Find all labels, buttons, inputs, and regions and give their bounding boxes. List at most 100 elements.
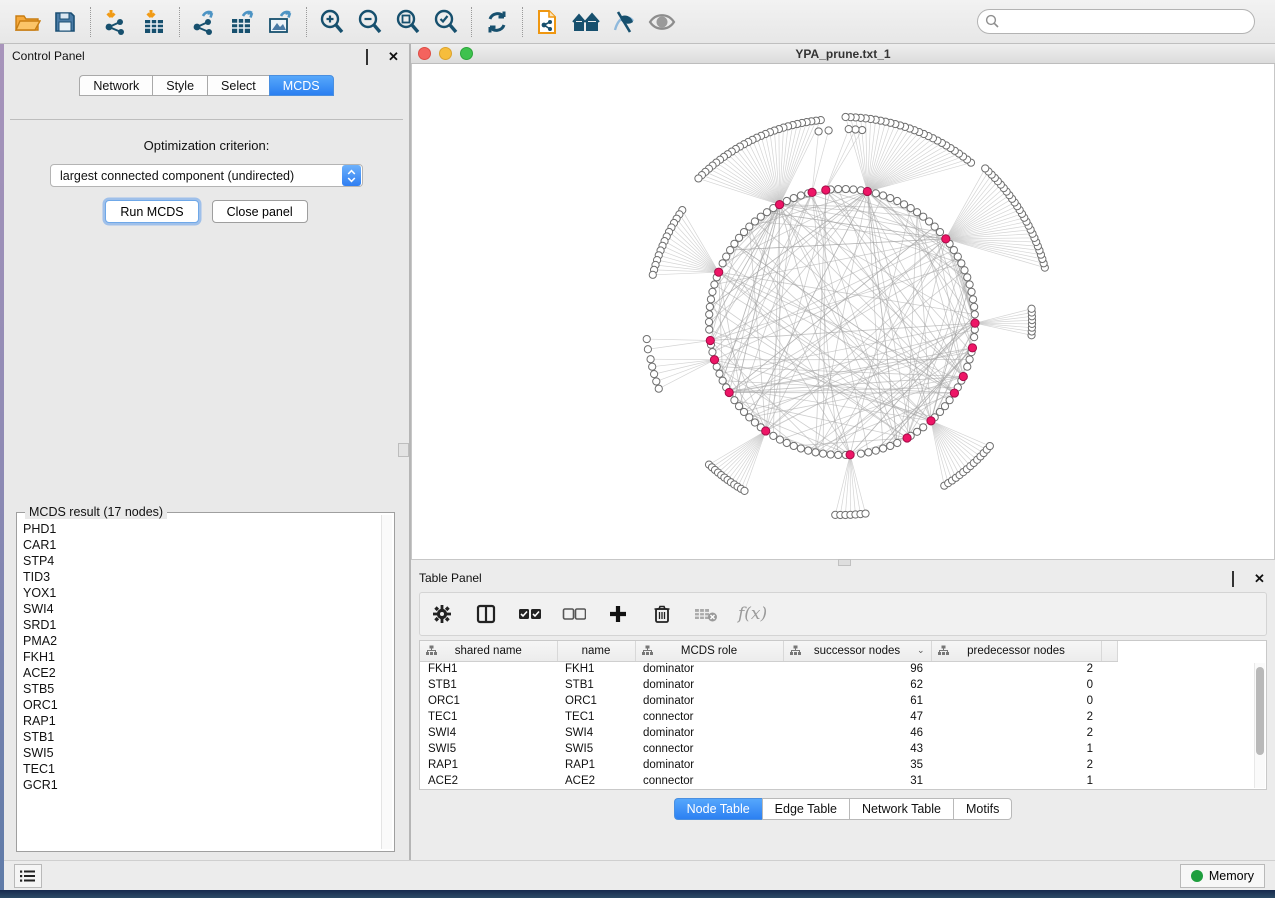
network-hub-node[interactable] — [942, 235, 950, 243]
network-node[interactable] — [711, 281, 718, 288]
mcds-result-item[interactable]: SRD1 — [23, 617, 380, 633]
network-hub-node[interactable] — [715, 268, 723, 276]
column-header-name[interactable]: name — [557, 641, 635, 661]
network-node[interactable] — [783, 197, 790, 204]
network-node[interactable] — [907, 205, 914, 212]
tab-edge-table[interactable]: Edge Table — [762, 798, 849, 820]
float-panel-button[interactable] — [366, 50, 379, 63]
network-node[interactable] — [879, 445, 886, 452]
network-node[interactable] — [655, 385, 662, 392]
network-node[interactable] — [872, 447, 879, 454]
network-node[interactable] — [650, 371, 657, 378]
network-node[interactable] — [852, 126, 859, 133]
network-node[interactable] — [913, 428, 920, 435]
export-image-button[interactable] — [262, 4, 300, 40]
network-node[interactable] — [971, 311, 978, 318]
network-hub-node[interactable] — [725, 388, 733, 396]
network-node[interactable] — [797, 445, 804, 452]
column-header-successor-nodes[interactable]: successor nodes⌄ — [783, 641, 931, 661]
network-node[interactable] — [958, 260, 965, 267]
vertical-splitter-handle[interactable] — [398, 443, 409, 457]
network-node[interactable] — [706, 326, 713, 333]
table-row[interactable]: TEC1TEC1connector472 — [420, 709, 1117, 725]
network-document-button[interactable] — [529, 4, 567, 40]
network-node[interactable] — [649, 363, 656, 370]
table-row[interactable]: SWI4SWI4dominator462 — [420, 725, 1117, 741]
network-node[interactable] — [706, 303, 713, 310]
table-row[interactable]: YOX1YOX1connector291 — [420, 789, 1117, 790]
tab-motifs[interactable]: Motifs — [953, 798, 1012, 820]
tab-network[interactable]: Network — [79, 75, 152, 96]
show-columns-button[interactable] — [474, 602, 498, 626]
network-node[interactable] — [961, 267, 968, 274]
network-node[interactable] — [706, 311, 713, 318]
network-view-canvas[interactable] — [411, 64, 1275, 560]
mcds-result-item[interactable]: ORC1 — [23, 697, 380, 713]
import-table-button[interactable] — [135, 4, 173, 40]
table-row[interactable]: SWI5SWI5connector431 — [420, 741, 1117, 757]
network-node[interactable] — [805, 447, 812, 454]
delete-button[interactable] — [650, 602, 674, 626]
network-node[interactable] — [827, 451, 834, 458]
network-node[interactable] — [695, 175, 702, 182]
horizontal-splitter-handle[interactable] — [838, 559, 851, 566]
float-table-panel-button[interactable] — [1232, 572, 1245, 585]
table-row[interactable]: FKH1FKH1dominator962 — [420, 661, 1117, 677]
network-node[interactable] — [719, 260, 726, 267]
network-node[interactable] — [835, 185, 842, 192]
network-hub-node[interactable] — [927, 417, 935, 425]
network-node[interactable] — [968, 288, 975, 295]
network-hub-node[interactable] — [971, 319, 979, 327]
network-node[interactable] — [872, 190, 879, 197]
network-node[interactable] — [643, 335, 650, 342]
network-hub-node[interactable] — [706, 336, 714, 344]
table-row[interactable]: RAP1RAP1dominator352 — [420, 757, 1117, 773]
close-table-panel-button[interactable]: ✕ — [1254, 572, 1267, 585]
mcds-result-item[interactable]: SWI4 — [23, 601, 380, 617]
close-panel-button-mcds[interactable]: Close panel — [212, 200, 308, 223]
network-hub-node[interactable] — [762, 427, 770, 435]
network-node[interactable] — [707, 296, 714, 303]
table-row[interactable]: ORC1ORC1dominator610 — [420, 693, 1117, 709]
network-node[interactable] — [894, 439, 901, 446]
open-file-button[interactable] — [8, 4, 46, 40]
network-node[interactable] — [1028, 305, 1035, 312]
network-node[interactable] — [763, 209, 770, 216]
optimization-criterion-select[interactable]: largest connected component (undirected) — [50, 164, 363, 187]
network-node[interactable] — [716, 370, 723, 377]
search-input[interactable] — [977, 9, 1255, 34]
network-node[interactable] — [797, 192, 804, 199]
network-hub-node[interactable] — [968, 344, 976, 352]
home-button[interactable] — [567, 4, 605, 40]
network-node[interactable] — [865, 449, 872, 456]
network-hub-node[interactable] — [822, 186, 830, 194]
network-hub-node[interactable] — [903, 434, 911, 442]
network-node[interactable] — [964, 274, 971, 281]
network-window-titlebar[interactable]: YPA_prune.txt_1 — [411, 44, 1275, 64]
function-builder-icon[interactable]: f(x) — [738, 604, 767, 624]
run-mcds-button[interactable]: Run MCDS — [105, 200, 198, 223]
network-node[interactable] — [644, 346, 651, 353]
close-panel-button[interactable]: ✕ — [388, 50, 401, 63]
network-node[interactable] — [776, 436, 783, 443]
network-hub-node[interactable] — [775, 200, 783, 208]
mcds-result-item[interactable]: TID3 — [23, 569, 380, 585]
network-node[interactable] — [727, 246, 734, 253]
mcds-result-item[interactable]: FKH1 — [23, 649, 380, 665]
column-header-MCDS-role[interactable]: MCDS role — [635, 641, 783, 661]
network-hub-node[interactable] — [846, 451, 854, 459]
network-node[interactable] — [887, 194, 894, 201]
mcds-result-item[interactable]: YOX1 — [23, 585, 380, 601]
network-node[interactable] — [649, 271, 656, 278]
mcds-result-item[interactable]: PHD1 — [23, 521, 380, 537]
mcds-result-list[interactable]: PHD1CAR1STP4TID3YOX1SWI4SRD1PMA2FKH1ACE2… — [23, 521, 380, 847]
network-node[interactable] — [770, 432, 777, 439]
task-history-button[interactable] — [14, 864, 42, 888]
network-node[interactable] — [815, 128, 822, 135]
table-row[interactable]: ACE2ACE2connector311 — [420, 773, 1117, 789]
network-hub-node[interactable] — [950, 389, 958, 397]
mcds-result-item[interactable]: STP4 — [23, 553, 380, 569]
tab-node-table[interactable]: Node Table — [674, 798, 762, 820]
network-hub-node[interactable] — [808, 188, 816, 196]
minimize-window-button[interactable] — [439, 47, 452, 60]
